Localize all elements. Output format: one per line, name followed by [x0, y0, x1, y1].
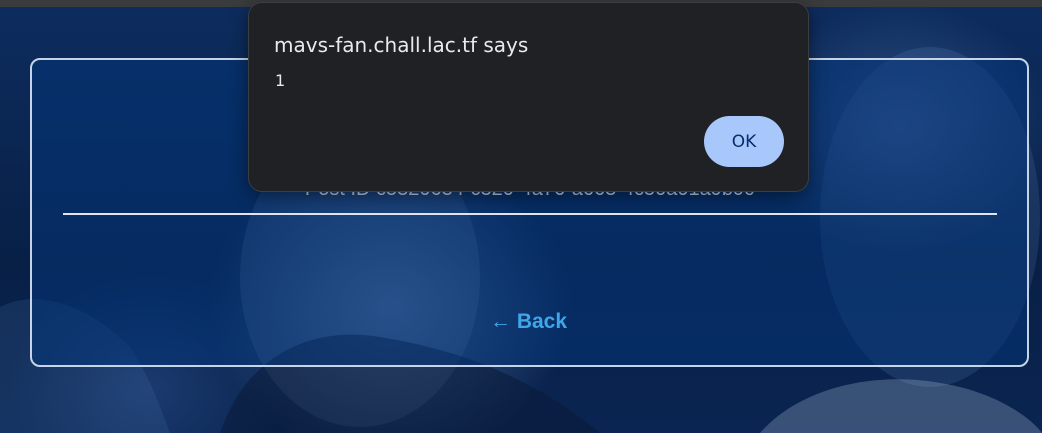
dialog-message: 1 — [275, 71, 286, 90]
alert-dialog: mavs-fan.chall.lac.tf says 1 OK — [248, 2, 809, 192]
back-link[interactable]: ← Back — [490, 310, 567, 334]
dialog-title: mavs-fan.chall.lac.tf says — [274, 33, 529, 57]
divider — [63, 213, 997, 215]
ok-button[interactable]: OK — [704, 116, 784, 167]
